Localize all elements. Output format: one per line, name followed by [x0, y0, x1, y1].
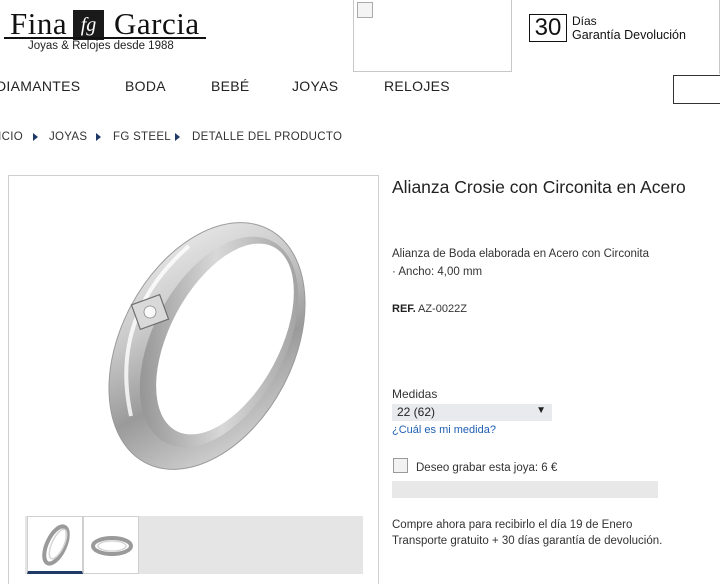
ring-thumbnail-icon — [42, 524, 70, 566]
ref-value: AZ-0022Z — [418, 303, 467, 315]
shipping-terms: Transporte gratuito + 30 días garantía d… — [392, 535, 663, 547]
guarantee-badge: 30 Días Garantía Devolución — [529, 12, 699, 46]
shipping-date: Compre ahora para recibirlo el día 19 de… — [392, 519, 633, 531]
size-help-link[interactable]: ¿Cuál es mi medida? — [392, 424, 496, 436]
broken-image-icon — [357, 2, 373, 18]
product-width: · Ancho: 4,00 mm — [392, 266, 483, 278]
guarantee-days: Días — [572, 14, 597, 28]
breadcrumb-current: DETALLE DEL PRODUCTO — [192, 131, 343, 143]
logo-underline — [4, 37, 206, 39]
nav-item-diamantes[interactable]: DIAMANTES — [0, 78, 80, 94]
nav-item-bebe[interactable]: BEBÉ — [211, 78, 250, 94]
product-title: Alianza Crosie con Circonita en Acero — [392, 177, 686, 197]
nav-item-joyas[interactable]: JOYAS — [292, 78, 338, 94]
nav-item-boda[interactable]: BODA — [125, 78, 166, 94]
triangle-right-icon — [96, 133, 101, 141]
caret-down-icon: ▼ — [536, 405, 546, 416]
breadcrumb-fg-steel[interactable]: FG STEEL — [113, 131, 171, 143]
engrave-text-field[interactable] — [392, 481, 658, 498]
thumbnail-strip — [25, 516, 363, 574]
size-selected-value: 22 (62) — [397, 405, 436, 419]
triangle-right-icon — [33, 133, 38, 141]
thumbnail-1[interactable] — [27, 516, 83, 574]
engrave-checkbox[interactable] — [393, 458, 408, 473]
ref-label: REF. — [392, 303, 416, 315]
nav-item-relojes[interactable]: RELOJES — [384, 78, 450, 94]
breadcrumb-inicio[interactable]: INICIO — [0, 131, 23, 143]
product-description: Alianza de Boda elaborada en Acero con C… — [392, 248, 650, 260]
size-select[interactable]: 22 (62) ▼ — [392, 404, 552, 421]
main-nav: DIAMANTES BODA BEBÉ JOYAS RELOJES — [0, 78, 720, 98]
site-logo[interactable]: Fina Garcia fg Joyas & Relojes desde 198… — [4, 4, 209, 56]
logo-monogram: fg — [73, 10, 104, 40]
product-main-image[interactable] — [69, 196, 329, 496]
breadcrumb-joyas[interactable]: JOYAS — [49, 131, 87, 143]
search-input[interactable] — [673, 75, 720, 104]
guarantee-text: Garantía Devolución — [572, 28, 686, 42]
triangle-right-icon — [175, 133, 180, 141]
ring-side-thumbnail-icon — [91, 536, 133, 556]
header-banner-image[interactable] — [353, 0, 512, 72]
thumbnail-2[interactable] — [83, 516, 139, 574]
guarantee-number: 30 — [529, 14, 567, 42]
engrave-label: Deseo grabar esta joya: 6 € — [416, 462, 558, 474]
logo-tagline: Joyas & Relojes desde 1988 — [28, 40, 174, 52]
product-gallery — [8, 175, 379, 584]
sizes-label: Medidas — [392, 387, 438, 401]
